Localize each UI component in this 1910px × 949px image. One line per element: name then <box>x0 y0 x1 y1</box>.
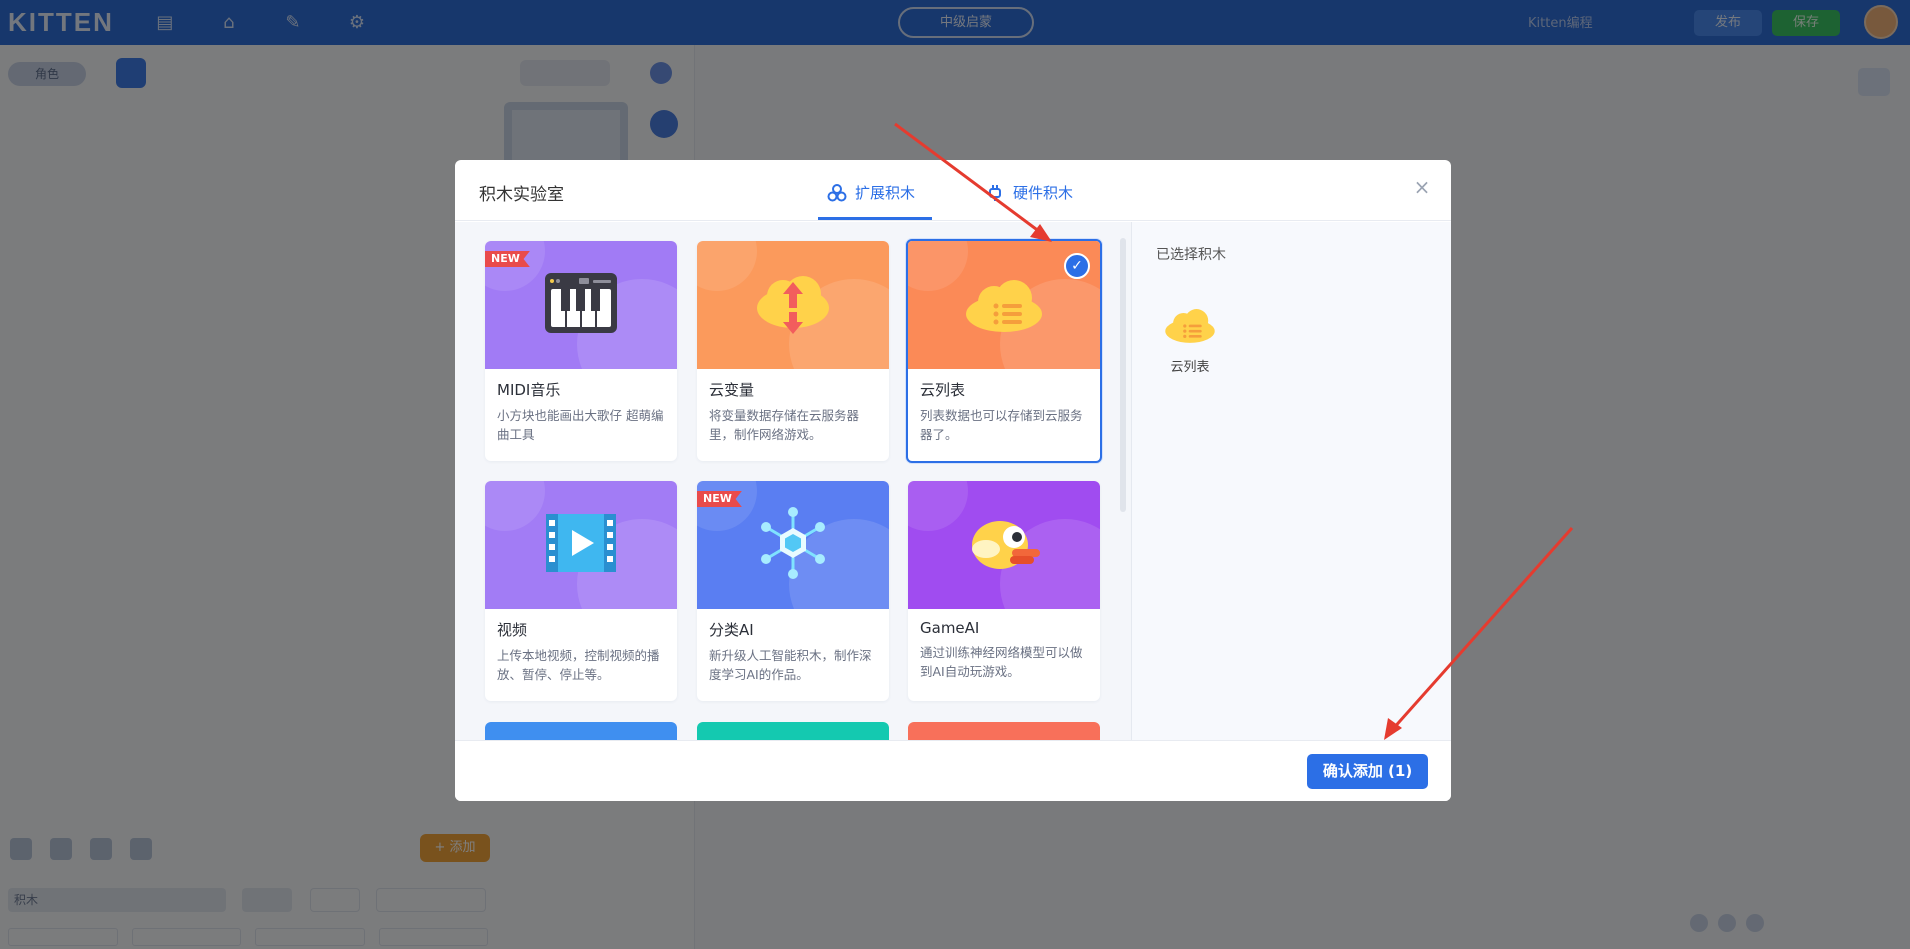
checkmark-icon: ✓ <box>1064 253 1090 279</box>
card-image <box>908 481 1100 609</box>
piano-icon <box>545 273 617 337</box>
new-badge: NEW <box>485 251 530 267</box>
block-lab-dialog: 积木实验室 扩展积木 硬件积木 × NEW MIDI音乐 小方块也能画出大歌仔 … <box>455 160 1451 801</box>
cloud-upload-icon <box>753 268 833 342</box>
active-tab-indicator <box>818 217 932 220</box>
selected-block-label: 云列表 <box>1170 360 1210 375</box>
card-image: ✓ <box>908 241 1100 369</box>
card-description: 新升级人工智能积木，制作深度学习AI的作品。 <box>709 648 872 682</box>
card-title: 云变量 <box>709 381 755 399</box>
video-icon <box>546 514 616 576</box>
tab-label: 硬件积木 <box>1013 184 1074 202</box>
card-title: 云列表 <box>920 381 966 399</box>
card-description: 列表数据也可以存储到云服务器了。 <box>920 408 1083 442</box>
extension-card-partial[interactable] <box>697 722 889 740</box>
dialog-body: NEW MIDI音乐 小方块也能画出大歌仔 超萌编曲工具 云变量 将变量数据存储… <box>455 222 1451 740</box>
extension-card-partial[interactable] <box>908 722 1100 740</box>
dialog-header: 积木实验室 扩展积木 硬件积木 × <box>455 160 1451 221</box>
card-image: NEW <box>485 241 677 369</box>
card-image <box>697 241 889 369</box>
extension-card-classification-ai[interactable]: NEW 分类AI 新升级人工智能积木，制作深度学习AI的作品。 <box>697 481 889 701</box>
card-title: MIDI音乐 <box>497 381 561 399</box>
tab-extension-blocks[interactable]: 扩展积木 <box>827 182 915 203</box>
card-description: 将变量数据存储在云服务器里，制作网络游戏。 <box>709 408 860 442</box>
card-image: NEW <box>697 481 889 609</box>
tab-label: 扩展积木 <box>855 184 916 202</box>
card-image <box>485 481 677 609</box>
extension-card-game-ai[interactable]: GameAI 通过训练神经网络模型可以做到AI自动玩游戏。 <box>908 481 1100 701</box>
selected-blocks-panel: 已选择积木 云列表 <box>1131 222 1451 740</box>
selected-block-item[interactable]: 云列表 <box>1160 304 1220 375</box>
card-description: 通过训练神经网络模型可以做到AI自动玩游戏。 <box>920 645 1083 679</box>
dialog-footer: 确认添加 (1) <box>455 740 1451 801</box>
extension-card-midi[interactable]: NEW MIDI音乐 小方块也能画出大歌仔 超萌编曲工具 <box>485 241 677 461</box>
extension-card-cloud-list[interactable]: ✓ 云列表 列表数据也可以存储到云服务器了。 <box>906 239 1102 463</box>
cloud-list-icon <box>1164 309 1216 348</box>
card-title: 视频 <box>497 621 528 639</box>
confirm-add-button[interactable]: 确认添加 (1) <box>1307 754 1428 789</box>
neural-network-icon <box>756 506 830 584</box>
card-title: 分类AI <box>709 621 754 639</box>
plug-icon <box>985 183 1005 203</box>
dialog-title: 积木实验室 <box>479 185 564 205</box>
card-description: 小方块也能画出大歌仔 超萌编曲工具 <box>497 408 664 442</box>
tab-hardware-blocks[interactable]: 硬件积木 <box>985 182 1073 203</box>
selected-blocks-title: 已选择积木 <box>1156 247 1226 263</box>
card-description: 上传本地视频，控制视频的播放、暂停、停止等。 <box>497 648 660 682</box>
blocks-icon <box>827 183 847 203</box>
extension-card-partial[interactable] <box>485 722 677 740</box>
close-icon[interactable]: × <box>1411 176 1433 198</box>
bird-icon <box>964 513 1044 577</box>
extension-card-grid: NEW MIDI音乐 小方块也能画出大歌仔 超萌编曲工具 云变量 将变量数据存储… <box>455 222 1131 740</box>
cloud-list-icon <box>964 274 1044 336</box>
extension-card-video[interactable]: 视频 上传本地视频，控制视频的播放、暂停、停止等。 <box>485 481 677 701</box>
new-badge: NEW <box>697 491 742 507</box>
card-title: GameAI <box>920 619 980 637</box>
grid-scrollbar[interactable] <box>1120 238 1126 512</box>
extension-card-cloud-variable[interactable]: 云变量 将变量数据存储在云服务器里，制作网络游戏。 <box>697 241 889 461</box>
